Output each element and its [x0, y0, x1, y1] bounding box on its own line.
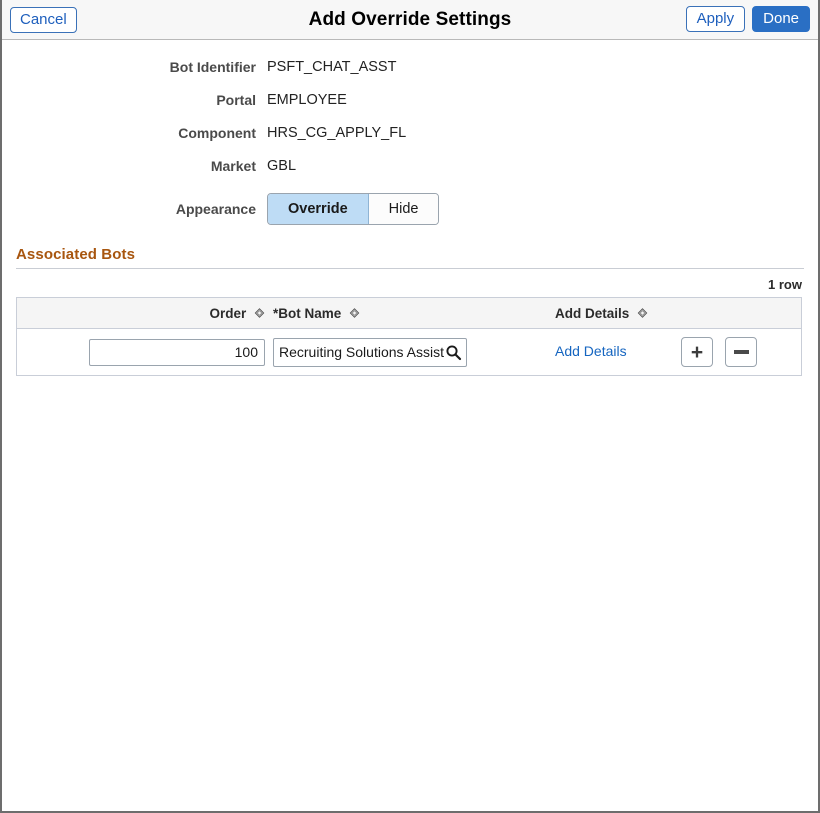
column-header-bot-name-label: *Bot Name	[273, 306, 341, 321]
header-actions: Apply Done	[686, 6, 810, 32]
field-value-bot-identifier: PSFT_CHAT_ASST	[267, 59, 396, 75]
page-header-bar: Cancel Add Override Settings Apply Done	[2, 0, 818, 40]
field-row-bot-identifier: Bot Identifier PSFT_CHAT_ASST	[2, 50, 818, 83]
field-list: Bot Identifier PSFT_CHAT_ASST Portal EMP…	[2, 40, 818, 232]
plus-icon: +	[691, 342, 703, 363]
cell-order	[17, 339, 267, 366]
delete-row-button[interactable]	[725, 337, 757, 367]
section-title-associated-bots: Associated Bots	[16, 246, 804, 269]
bot-name-input[interactable]	[274, 340, 446, 365]
field-label-bot-identifier: Bot Identifier	[2, 59, 267, 75]
column-header-bot-name[interactable]: *Bot Name	[267, 306, 549, 321]
add-row-button[interactable]: +	[681, 337, 713, 367]
cancel-button[interactable]: Cancel	[10, 7, 77, 33]
field-row-appearance: Appearance Override Hide	[2, 186, 818, 232]
appearance-option-override[interactable]: Override	[268, 194, 369, 224]
grid-header-row: Order *Bot Name Add Details	[17, 298, 801, 329]
search-icon[interactable]	[443, 341, 464, 364]
done-button[interactable]: Done	[752, 6, 810, 32]
add-details-link[interactable]: Add Details	[555, 343, 627, 359]
associated-bots-grid: Order *Bot Name Add Details	[16, 297, 802, 376]
field-label-market: Market	[2, 158, 267, 174]
column-header-add-details[interactable]: Add Details	[549, 306, 681, 321]
field-label-component: Component	[2, 125, 267, 141]
column-header-order-label: Order	[209, 306, 246, 321]
column-header-order[interactable]: Order	[17, 306, 267, 321]
column-header-add-details-label: Add Details	[555, 306, 629, 321]
table-row: Add Details +	[17, 329, 801, 375]
field-value-portal: EMPLOYEE	[267, 92, 347, 108]
appearance-toggle-group: Override Hide	[267, 193, 439, 225]
field-row-portal: Portal EMPLOYEE	[2, 83, 818, 116]
sort-diamond-icon[interactable]	[254, 308, 265, 320]
sort-diamond-icon[interactable]	[349, 308, 360, 320]
field-label-appearance: Appearance	[2, 201, 267, 217]
field-value-market: GBL	[267, 158, 296, 174]
sort-diamond-icon[interactable]	[637, 308, 648, 320]
bot-name-lookup-field	[273, 338, 467, 367]
cell-bot-name	[267, 338, 549, 367]
field-row-market: Market GBL	[2, 149, 818, 182]
cell-row-actions: +	[681, 337, 801, 367]
field-value-component: HRS_CG_APPLY_FL	[267, 125, 406, 141]
field-label-portal: Portal	[2, 92, 267, 108]
add-override-settings-page: Cancel Add Override Settings Apply Done …	[0, 0, 820, 813]
grid-row-count: 1 row	[2, 269, 818, 297]
apply-button[interactable]: Apply	[686, 6, 746, 32]
order-input[interactable]	[89, 339, 265, 366]
cell-add-details: Add Details	[549, 343, 681, 361]
field-row-component: Component HRS_CG_APPLY_FL	[2, 116, 818, 149]
minus-icon	[734, 350, 749, 354]
appearance-option-hide[interactable]: Hide	[369, 194, 439, 224]
